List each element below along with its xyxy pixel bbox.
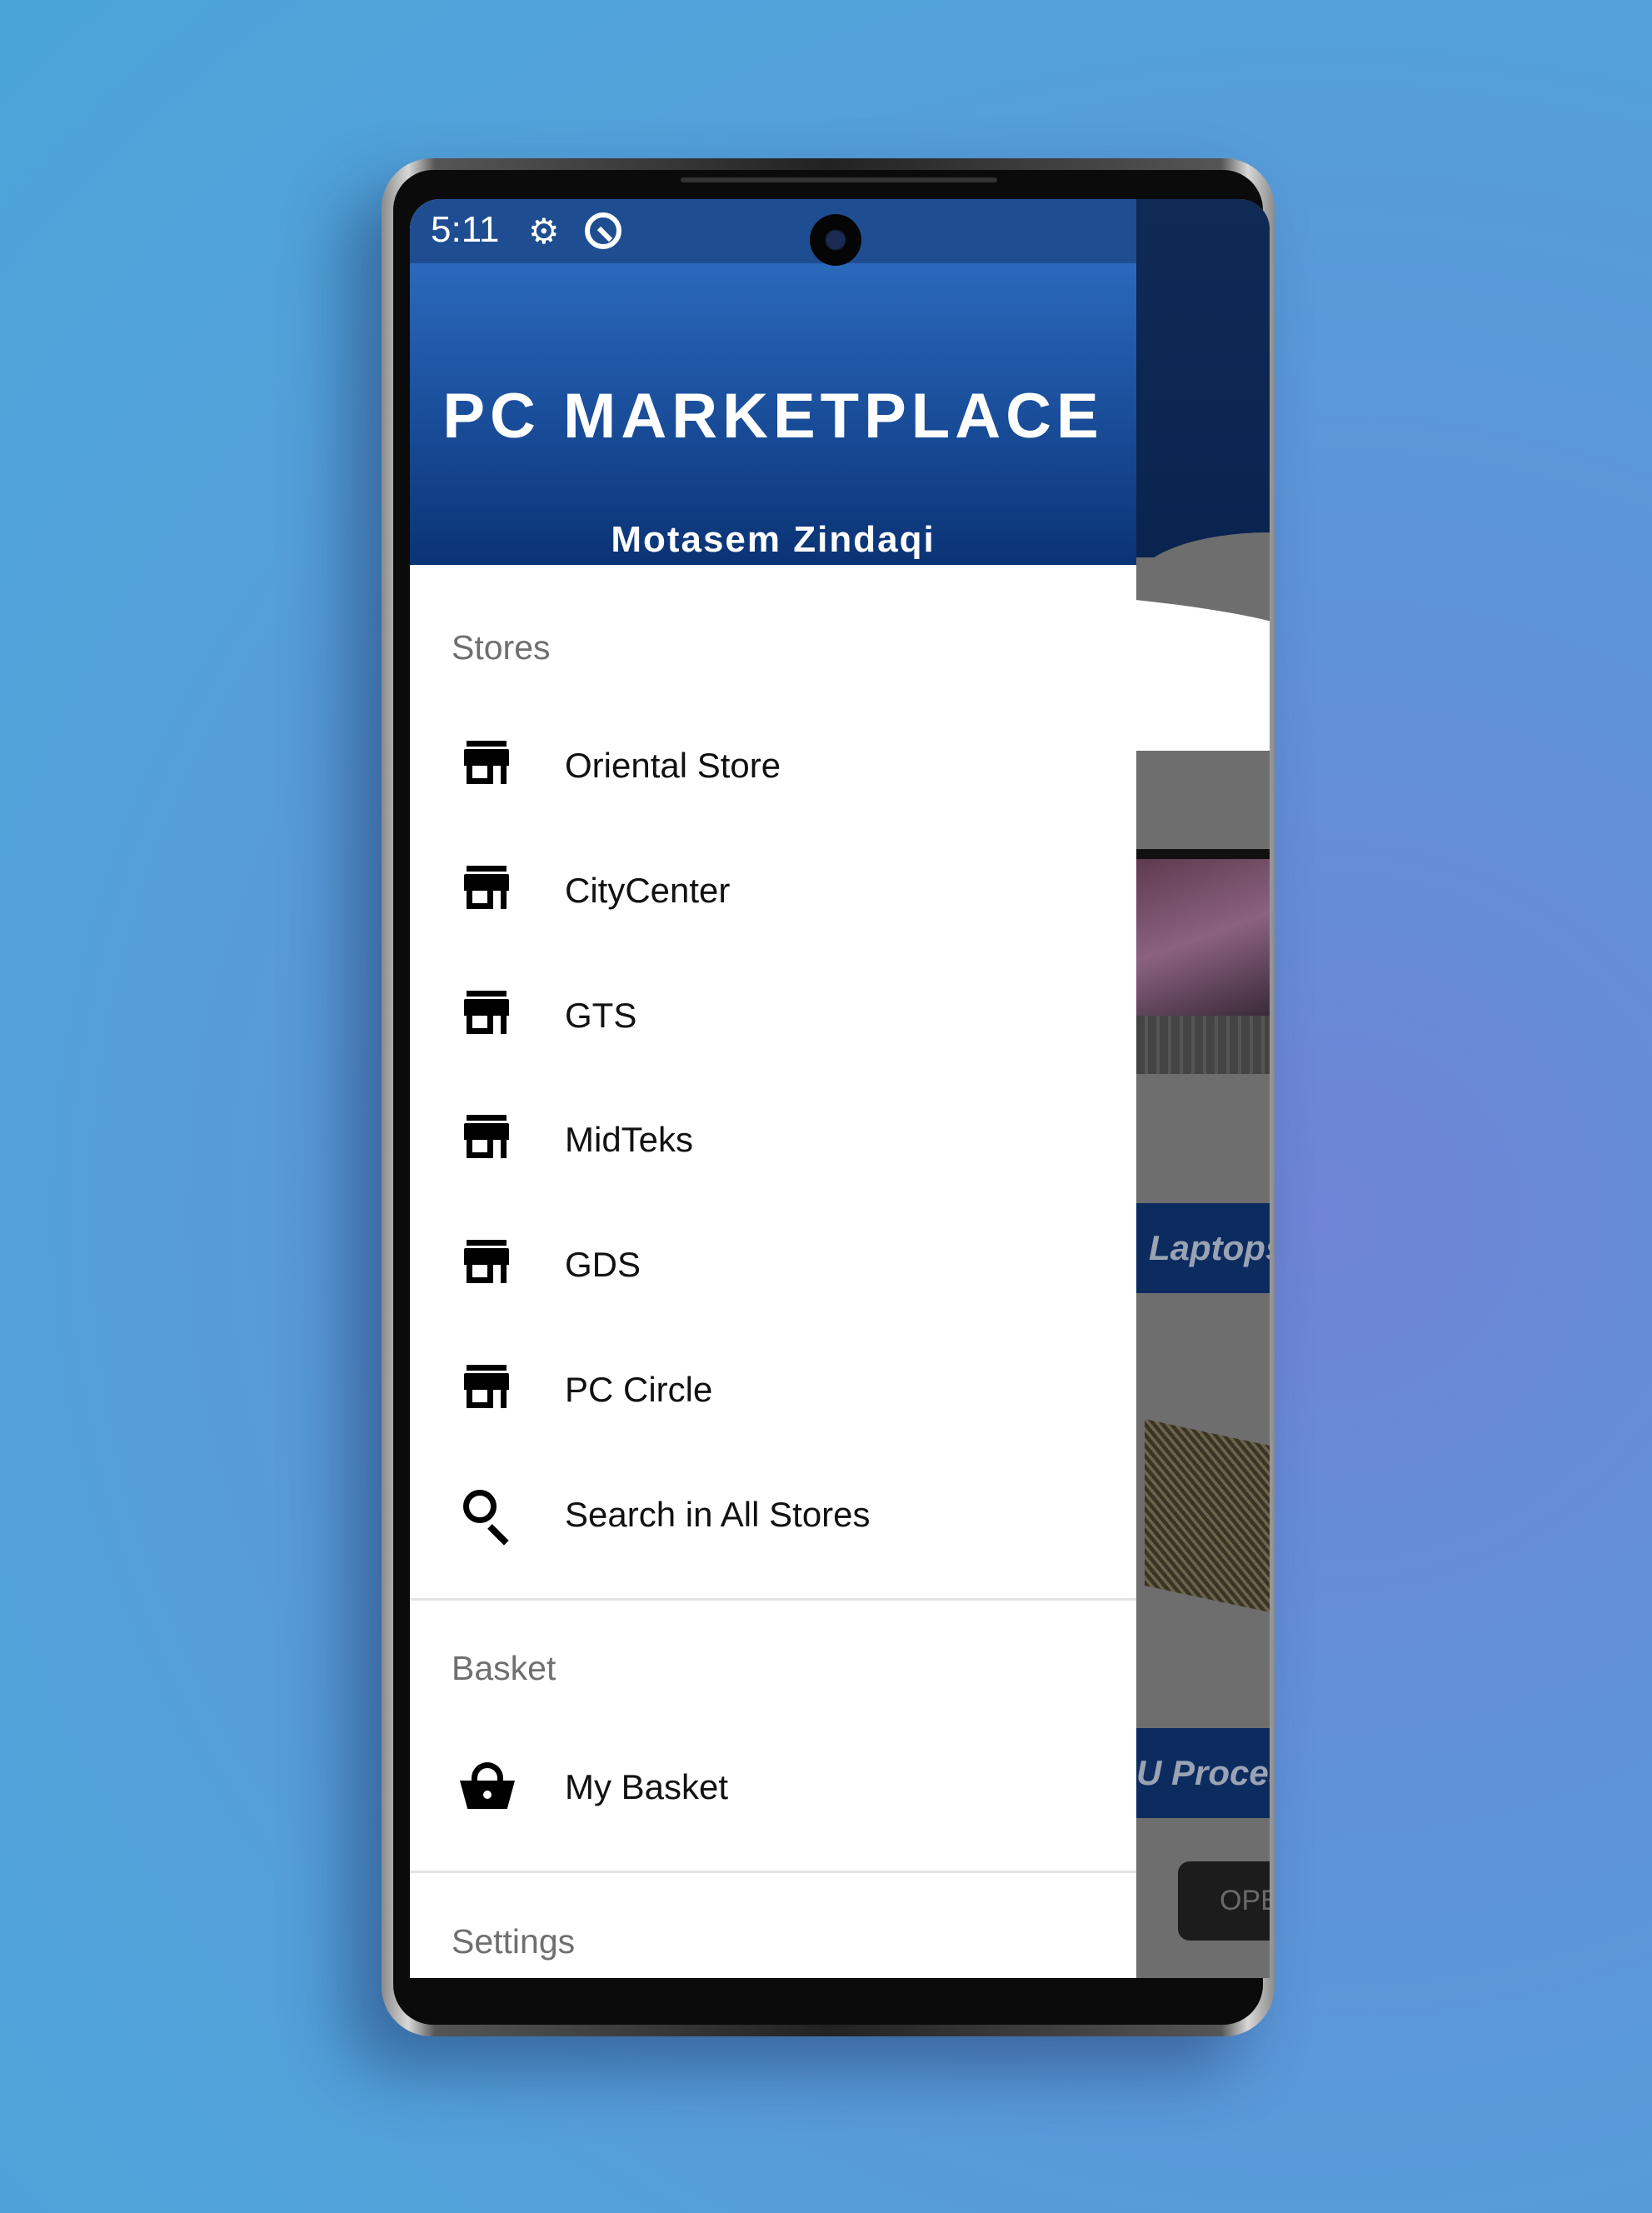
store-item-midteks[interactable]: MidTeks: [410, 1077, 1136, 1202]
screen: Laptops U Proces OPE PC MARKETPLACE Mota…: [410, 199, 1270, 1978]
section-settings: Settings: [452, 1922, 576, 1961]
speaker: [681, 177, 997, 182]
bg-header: [1136, 199, 1270, 557]
store-icon: [460, 866, 518, 916]
basket-icon: [460, 1762, 518, 1812]
user-name: Motasem Zindaqi: [611, 519, 936, 560]
store-icon: [460, 991, 518, 1041]
phone-bezel: Laptops U Proces OPE PC MARKETPLACE Mota…: [393, 170, 1270, 2025]
cpu-banner[interactable]: U Proces: [1136, 1728, 1270, 1818]
item-label: GTS: [565, 996, 637, 1035]
my-basket-item[interactable]: My Basket: [410, 1725, 1136, 1850]
store-item-citycenter[interactable]: CityCenter: [410, 828, 1136, 953]
laptops-banner[interactable]: Laptops: [1136, 1203, 1270, 1293]
store-item-gds[interactable]: GDS: [410, 1202, 1136, 1327]
store-item-gts[interactable]: GTS: [410, 953, 1136, 1078]
laptop-keyboard-image: [1136, 1016, 1270, 1074]
cpu-image: [1145, 1419, 1270, 1612]
gear-icon: ⚙: [528, 212, 560, 251]
phone-frame: Laptops U Proces OPE PC MARKETPLACE Mota…: [382, 158, 1275, 2036]
laptop-image: [1136, 849, 1270, 1016]
navigation-drawer: PC MARKETPLACE Motasem Zindaqi 5:11 ⚙ St…: [410, 199, 1270, 1978]
status-time: 5:11: [431, 209, 500, 250]
search-all-stores-item[interactable]: Search in All Stores: [410, 1452, 1136, 1577]
item-label: My Basket: [565, 1767, 729, 1806]
divider: [410, 1598, 1136, 1601]
item-label: Oriental Store: [565, 746, 781, 785]
sync-icon: [585, 212, 621, 249]
front-camera: [810, 214, 861, 266]
item-label: Search in All Stores: [565, 1495, 871, 1534]
store-icon: [460, 1365, 518, 1415]
section-stores: Stores: [452, 628, 551, 667]
store-item-pc-circle[interactable]: PC Circle: [410, 1327, 1136, 1452]
store-icon: [460, 1115, 518, 1165]
app-title: PC MARKETPLACE: [442, 381, 1104, 452]
item-label: MidTeks: [565, 1120, 694, 1159]
store-icon: [460, 1240, 518, 1290]
status-bar: 5:11 ⚙: [410, 199, 1136, 263]
drawer-header: PC MARKETPLACE Motasem Zindaqi: [410, 263, 1270, 751]
search-icon: [460, 1490, 518, 1546]
background-content[interactable]: Laptops U Proces OPE: [1136, 199, 1270, 1978]
item-label: PC Circle: [565, 1370, 713, 1409]
store-icon: [460, 741, 518, 791]
section-basket: Basket: [452, 1649, 556, 1687]
item-label: GDS: [565, 1245, 641, 1284]
item-label: CityCenter: [565, 871, 731, 910]
store-item-oriental[interactable]: Oriental Store: [410, 703, 1136, 828]
open-button[interactable]: OPE: [1178, 1861, 1270, 1941]
divider: [410, 1871, 1136, 1873]
